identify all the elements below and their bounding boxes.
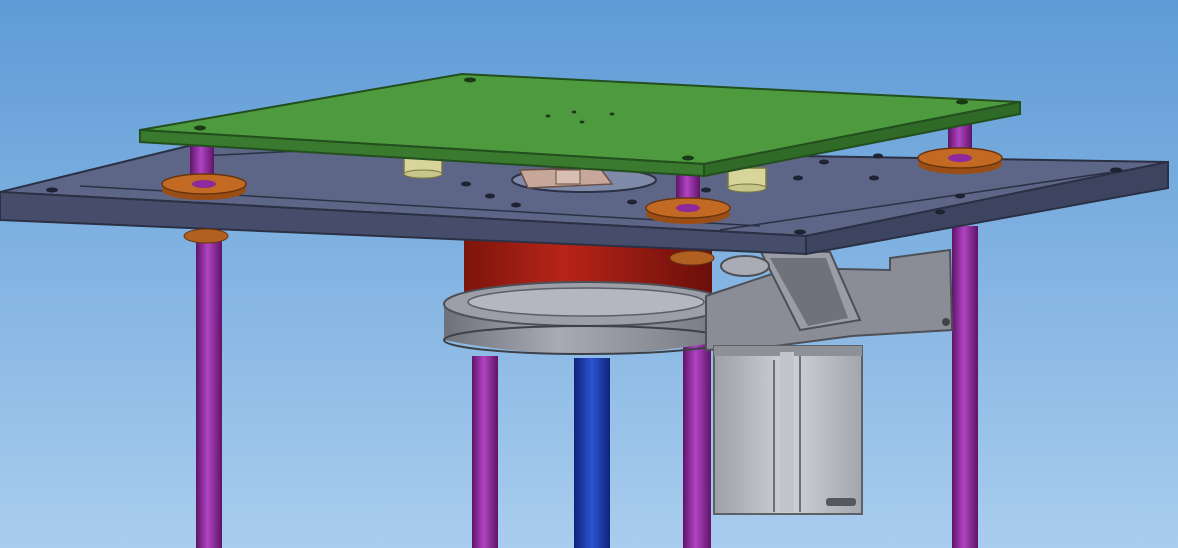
rod-back-center [472, 356, 498, 548]
pulley-small [720, 255, 770, 277]
center-shaft [574, 358, 610, 548]
flange-left [161, 173, 247, 200]
rod-right [952, 226, 978, 548]
pulley-disk [443, 281, 729, 355]
bushing-front [669, 250, 715, 266]
stepper-motor [713, 345, 863, 515]
bushing-left [183, 228, 229, 244]
rod-left [196, 236, 222, 548]
flange-right [917, 147, 1003, 174]
flange-front [645, 197, 731, 224]
cad-scene [0, 0, 1178, 548]
center-hub [518, 167, 614, 189]
